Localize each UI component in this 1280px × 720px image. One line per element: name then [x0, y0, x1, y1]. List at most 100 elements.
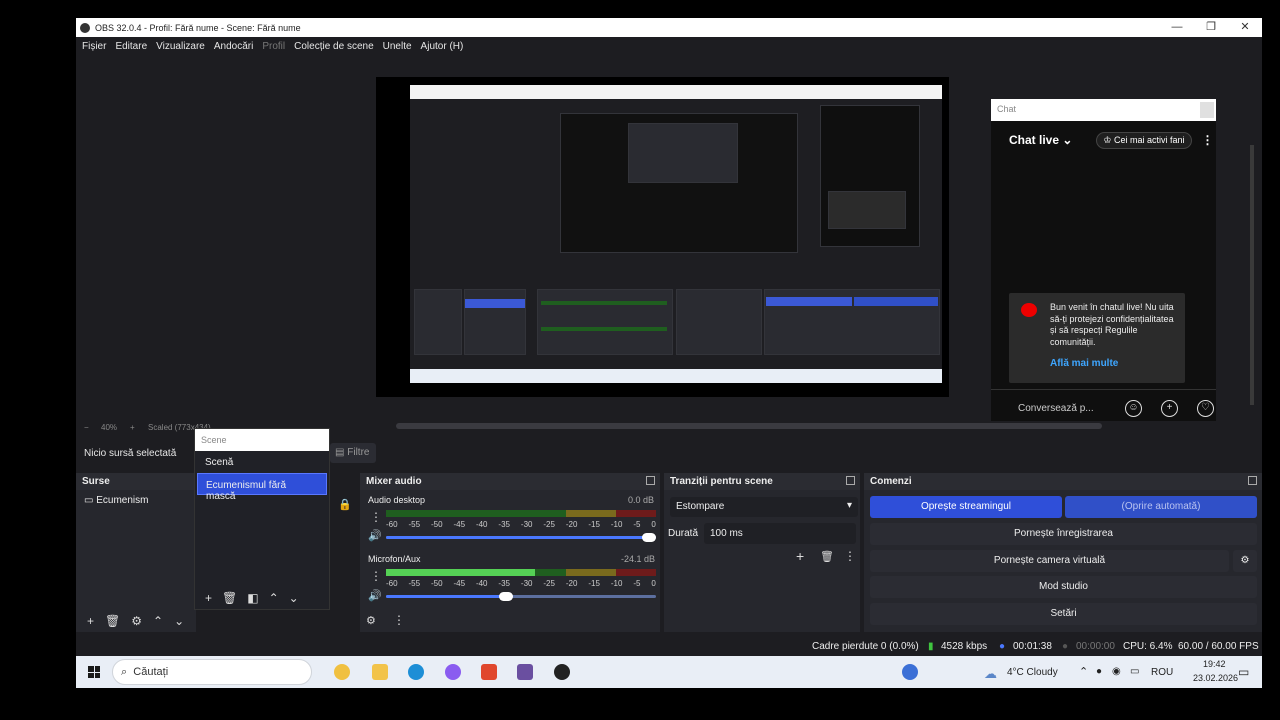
add-source-icon[interactable]: + — [87, 614, 94, 628]
undock-icon[interactable] — [1248, 476, 1257, 485]
close-button[interactable]: ✕ — [1228, 18, 1262, 37]
scene-filter-icon[interactable]: ◧ — [247, 591, 258, 605]
menu-view[interactable]: Vizualizare — [156, 41, 205, 52]
meter-tick-label: -50 — [430, 579, 443, 588]
speaker-icon[interactable]: 🔊 — [368, 589, 382, 602]
maximize-button[interactable]: ❐ — [1194, 18, 1228, 37]
clock-time[interactable]: 19:42 — [1203, 659, 1226, 669]
emoji-icon[interactable]: ☺ — [1125, 399, 1142, 417]
menu-scene-collection[interactable]: Colecție de scene — [294, 41, 374, 52]
auto-stop-button[interactable]: (Oprire automată) — [1065, 496, 1257, 518]
sources-dock: Surse ▭ Ecumenism + 🗑 ⚙ ⌃ ⌄ — [76, 473, 196, 632]
meter-tick-label: -30 — [520, 520, 533, 529]
add-scene-icon[interactable]: + — [205, 591, 212, 605]
network-icon[interactable]: ▭ — [1130, 666, 1139, 677]
obs-taskbar-icon[interactable] — [554, 664, 570, 680]
stop-streaming-button[interactable]: Oprește streamingul — [870, 496, 1062, 518]
app-icon[interactable] — [517, 664, 533, 680]
mixer-settings-icon[interactable]: ⚙ — [366, 614, 376, 627]
undock-icon[interactable] — [646, 476, 655, 485]
add-transition-icon[interactable]: + — [796, 548, 804, 564]
duration-input[interactable]: 100 ms — [704, 523, 856, 544]
preview-canvas[interactable] — [376, 77, 949, 397]
meter-tick-label: -40 — [475, 579, 488, 588]
taskbar-search[interactable]: ⌕ Căutați — [112, 659, 312, 685]
gear-icon[interactable]: ⚙ — [1233, 550, 1257, 572]
menu-docks[interactable]: Andocări — [214, 41, 253, 52]
transition-menu-icon[interactable]: ⋮ — [844, 549, 856, 563]
cpu-usage: CPU: 6.4% — [1123, 641, 1173, 652]
clock-date[interactable]: 23.02.2026 — [1193, 673, 1238, 683]
heart-icon[interactable]: ♡ — [1197, 399, 1214, 417]
menu-help[interactable]: Ajutor (H) — [421, 41, 464, 52]
chrome-tray-icon[interactable]: ◉ — [1112, 666, 1121, 677]
meter-tick-label: 0 — [651, 579, 656, 588]
preview-scrollbar[interactable] — [396, 423, 1102, 429]
scene-up-icon[interactable]: ⌃ — [269, 591, 279, 605]
mixer-menu-icon[interactable]: ⋮ — [393, 613, 405, 627]
speaker-icon[interactable]: 🔊 — [368, 529, 382, 542]
help-icon[interactable] — [902, 664, 918, 680]
chat-header: Chat live ⌄ ♔ Cei mai activi fani ⋮ — [991, 123, 1216, 157]
task-view-icon[interactable] — [334, 664, 350, 680]
start-recording-button[interactable]: Pornește înregistrarea — [870, 523, 1257, 545]
copilot-icon[interactable] — [445, 664, 461, 680]
settings-button[interactable]: Setări — [870, 603, 1257, 625]
file-explorer-icon[interactable] — [372, 664, 388, 680]
chat-url-field[interactable]: Chat — [991, 99, 1216, 121]
remove-scene-icon[interactable]: 🗑 — [222, 591, 237, 605]
windows-start-icon[interactable] — [88, 666, 100, 678]
source-settings-icon[interactable]: ⚙ — [131, 614, 142, 628]
menu-bar: Fișier Editare Vizualizare Andocări Prof… — [76, 37, 1262, 55]
meter-tick-label: -10 — [610, 520, 623, 529]
transition-select[interactable]: Estompare ▾ — [670, 497, 858, 517]
zoom-in-button[interactable]: + — [130, 423, 135, 432]
studio-mode-button[interactable]: Mod studio — [870, 576, 1257, 598]
menu-file[interactable]: Fișier — [82, 41, 106, 52]
chat-live-dropdown[interactable]: Chat live ⌄ — [1009, 133, 1072, 147]
remove-source-icon[interactable]: 🗑 — [105, 614, 120, 628]
channel-menu-icon[interactable]: ⋮ — [370, 510, 382, 524]
duration-label: Durată — [668, 528, 699, 539]
notifications-icon[interactable]: ▭ — [1238, 665, 1249, 679]
add-icon[interactable]: + — [1161, 399, 1178, 417]
scene-item[interactable]: Scenă — [197, 451, 327, 473]
source-up-icon[interactable]: ⌃ — [153, 614, 163, 628]
top-fans-button[interactable]: ♔ Cei mai activi fani — [1096, 131, 1192, 149]
source-down-icon[interactable]: ⌄ — [174, 614, 184, 628]
scene-item-selected[interactable]: Ecumenismul fără mască — [197, 473, 327, 502]
undock-icon[interactable] — [846, 476, 855, 485]
learn-more-link[interactable]: Află mai multe — [1050, 358, 1118, 369]
mic-icon[interactable]: ● — [1096, 666, 1102, 677]
chat-clear-button[interactable] — [1200, 102, 1214, 118]
lock-icon[interactable]: 🔒 — [338, 498, 352, 511]
menu-profile[interactable]: Profil — [262, 41, 285, 52]
edge-icon[interactable] — [408, 664, 424, 680]
chat-message-input[interactable]: Conversează p... — [1018, 403, 1106, 414]
meter-tick-label: -30 — [520, 579, 533, 588]
channel-menu-icon[interactable]: ⋮ — [370, 569, 382, 583]
menu-edit[interactable]: Editare — [115, 41, 147, 52]
volume-meter — [386, 510, 656, 517]
brave-icon[interactable] — [481, 664, 497, 680]
zoom-out-button[interactable]: − — [84, 423, 89, 432]
scenes-title: Scene — [195, 429, 329, 451]
start-virtual-camera-button[interactable]: Pornește camera virtuală — [870, 550, 1229, 572]
remove-transition-icon[interactable]: 🗑 — [820, 550, 834, 563]
record-time: 00:00:00 — [1076, 641, 1115, 652]
language-indicator[interactable]: ROU — [1151, 667, 1173, 678]
volume-slider[interactable] — [386, 533, 656, 542]
filters-button[interactable]: ▤ Filtre — [330, 443, 376, 463]
preview-area: Chat Chat live ⌄ ♔ Cei mai activi fani ⋮… — [76, 55, 1254, 426]
source-item[interactable]: ▭ Ecumenism — [76, 490, 196, 511]
weather[interactable]: 4°C Cloudy — [1007, 667, 1058, 678]
menu-tools[interactable]: Unelte — [383, 41, 412, 52]
chat-scrollbar[interactable] — [1250, 145, 1254, 405]
stream-time: 00:01:38 — [1013, 641, 1052, 652]
minimize-button[interactable]: — — [1160, 18, 1194, 37]
welcome-text: Bun venit în chatul live! Nu uita să-ți … — [1050, 302, 1174, 347]
chat-more-icon[interactable]: ⋮ — [1202, 133, 1214, 147]
scene-down-icon[interactable]: ⌄ — [289, 591, 299, 605]
volume-slider[interactable] — [386, 592, 656, 601]
tray-chevron-icon[interactable]: ⌃ — [1079, 665, 1088, 678]
